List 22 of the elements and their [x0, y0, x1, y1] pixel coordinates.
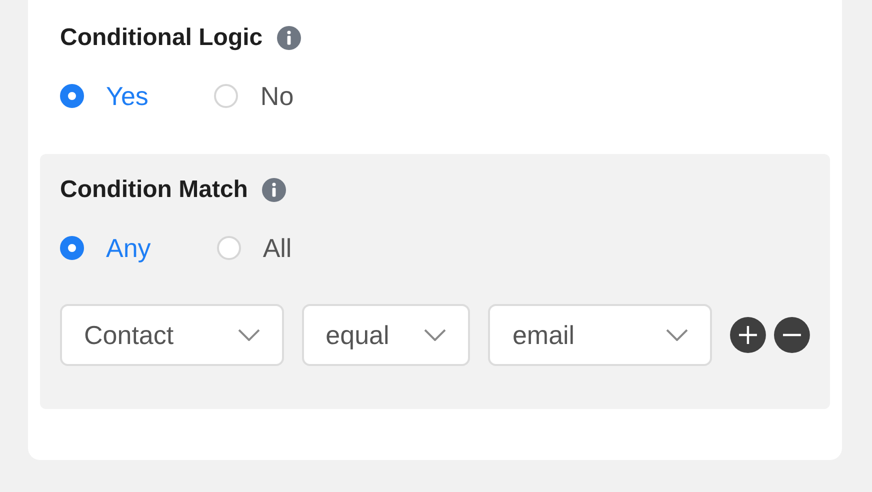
radio-label: All: [262, 232, 292, 264]
radio-option[interactable]: Any: [60, 232, 151, 264]
radio-option[interactable]: Yes: [60, 80, 148, 112]
chevron-down-icon: [666, 329, 688, 341]
radio-label: No: [260, 80, 294, 112]
dropdown-field[interactable]: Contact: [60, 304, 284, 366]
radio-option[interactable]: No: [214, 80, 294, 112]
radio-button[interactable]: [60, 236, 84, 260]
radio-label: Any: [106, 232, 151, 264]
chevron-down-icon: [238, 329, 260, 341]
section-title: Condition Match: [60, 176, 248, 204]
chevron-down-icon: [424, 329, 446, 341]
radio-label: Yes: [106, 80, 148, 112]
info-icon: [276, 26, 301, 50]
dropdown-field[interactable]: email: [488, 304, 712, 366]
section-title: Conditional Logic: [60, 24, 263, 52]
radio-option[interactable]: All: [216, 232, 292, 264]
radio-button[interactable]: [60, 84, 84, 108]
remove-button[interactable]: [774, 317, 810, 353]
dropdown-field[interactable]: equal: [302, 304, 470, 366]
add-button[interactable]: [730, 317, 766, 353]
info-icon: [262, 178, 286, 202]
